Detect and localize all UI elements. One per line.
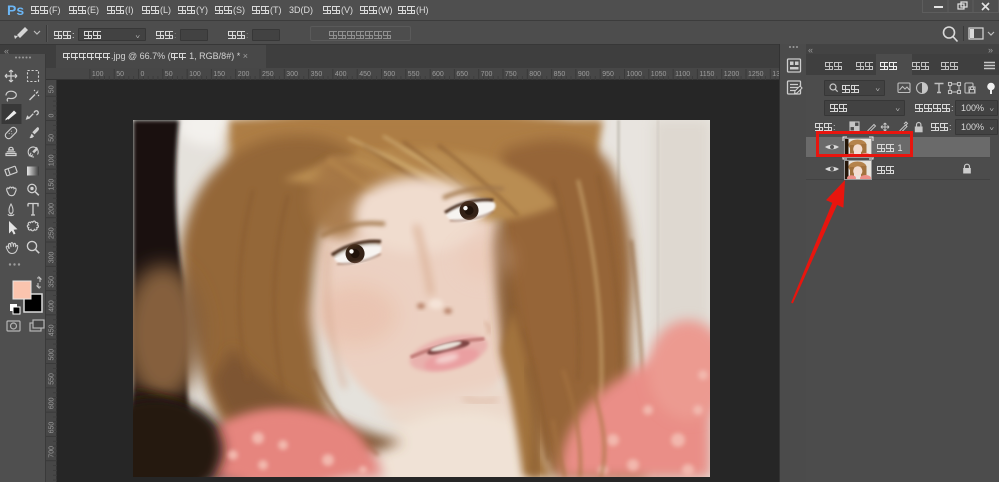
- svg-text:400: 400: [335, 71, 347, 78]
- svg-text:900: 900: [578, 71, 590, 78]
- svg-text:600: 600: [49, 397, 56, 409]
- svg-text:300: 300: [49, 252, 56, 264]
- svg-text:500: 500: [49, 349, 56, 361]
- svg-text:50: 50: [165, 71, 173, 78]
- svg-text:700: 700: [49, 446, 56, 458]
- svg-text:950: 950: [602, 71, 614, 78]
- svg-text:150: 150: [49, 179, 56, 191]
- svg-text:350: 350: [49, 276, 56, 288]
- svg-text:50: 50: [116, 71, 124, 78]
- svg-text:50: 50: [49, 134, 56, 142]
- svg-text:600: 600: [432, 71, 444, 78]
- svg-text:150: 150: [213, 71, 225, 78]
- svg-text:750: 750: [505, 71, 517, 78]
- svg-text:550: 550: [408, 71, 420, 78]
- svg-text:400: 400: [49, 300, 56, 312]
- svg-text:650: 650: [49, 422, 56, 434]
- svg-text:550: 550: [49, 373, 56, 385]
- svg-text:100: 100: [189, 71, 201, 78]
- svg-text:250: 250: [262, 71, 274, 78]
- svg-text:450: 450: [359, 71, 371, 78]
- svg-text:850: 850: [554, 71, 566, 78]
- svg-text:450: 450: [49, 324, 56, 336]
- svg-text:50: 50: [49, 85, 56, 93]
- svg-text:0: 0: [49, 114, 56, 118]
- svg-text:800: 800: [529, 71, 541, 78]
- svg-text:650: 650: [456, 71, 468, 78]
- svg-text:100: 100: [49, 154, 56, 166]
- svg-text:300: 300: [286, 71, 298, 78]
- svg-text:700: 700: [481, 71, 493, 78]
- svg-text:200: 200: [238, 71, 250, 78]
- svg-text:350: 350: [311, 71, 323, 78]
- svg-text:250: 250: [49, 227, 56, 239]
- svg-text:200: 200: [49, 203, 56, 215]
- svg-text:500: 500: [384, 71, 396, 78]
- svg-text:100: 100: [92, 71, 104, 78]
